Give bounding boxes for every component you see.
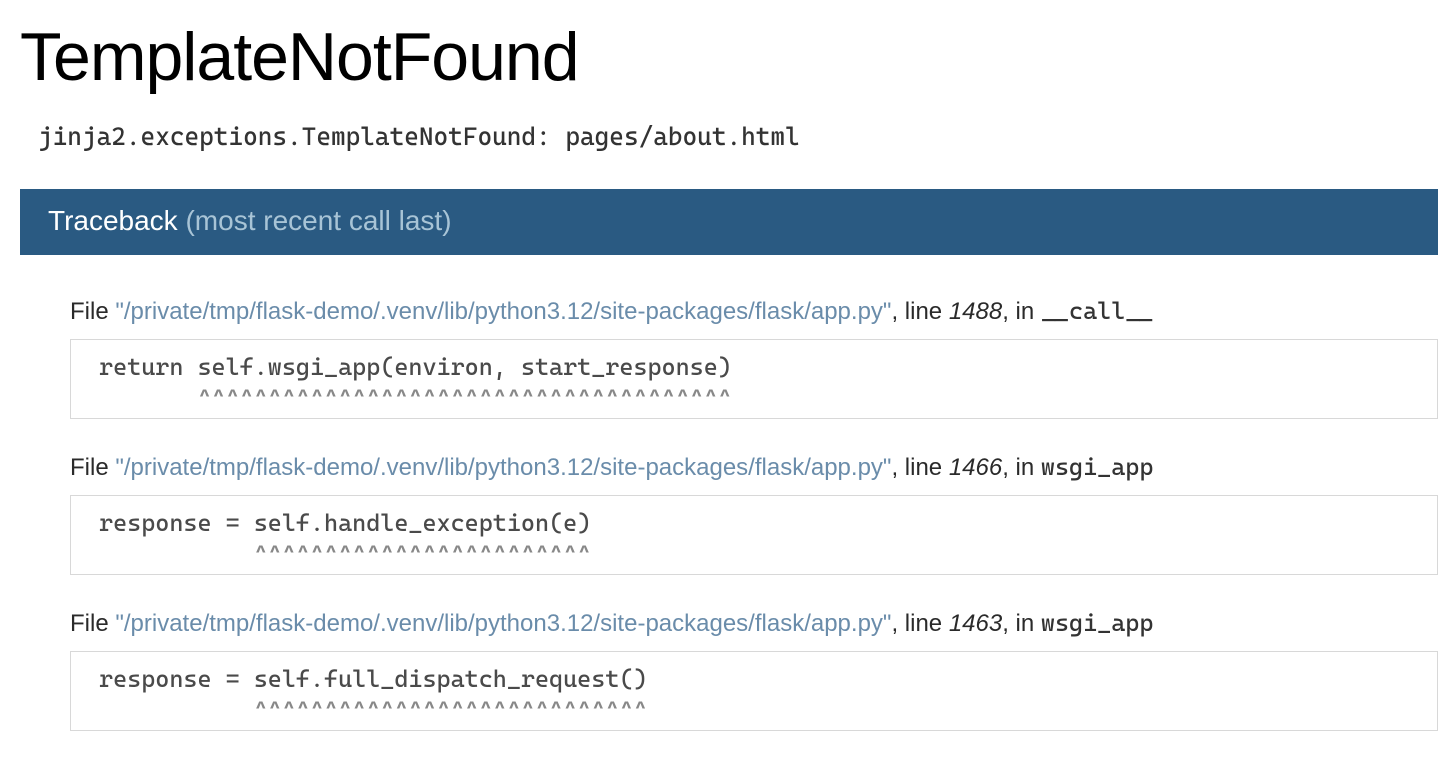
line-prefix: , line xyxy=(891,610,948,637)
traceback-frame[interactable]: File "/private/tmp/flask-demo/.venv/lib/… xyxy=(70,607,1438,731)
file-prefix: File xyxy=(70,298,115,325)
code-carets: ^^^^^^^^^^^^^^^^^^^^^^^^^^^^ xyxy=(71,695,1437,726)
code-snippet[interactable]: response = self.handle_exception(e) ^^^^… xyxy=(70,495,1438,575)
function-name: wsgi_app xyxy=(1041,453,1154,481)
function-name: wsgi_app xyxy=(1041,609,1154,637)
frame-header: File "/private/tmp/flask-demo/.venv/lib/… xyxy=(70,607,1438,641)
error-title: TemplateNotFound xyxy=(0,0,1438,110)
code-carets: ^^^^^^^^^^^^^^^^^^^^^^^^ xyxy=(71,539,1437,570)
line-number: 1466 xyxy=(949,454,1002,481)
file-path: "/private/tmp/flask-demo/.venv/lib/pytho… xyxy=(115,298,891,325)
frame-header: File "/private/tmp/flask-demo/.venv/lib/… xyxy=(70,295,1438,329)
function-name: __call__ xyxy=(1041,297,1154,325)
exception-message: jinja2.exceptions.TemplateNotFound: page… xyxy=(0,110,1438,189)
traceback-frame[interactable]: File "/private/tmp/flask-demo/.venv/lib/… xyxy=(70,451,1438,575)
traceback-subtitle: (most recent call last) xyxy=(185,205,451,236)
file-prefix: File xyxy=(70,610,115,637)
code-line: response = self.full_dispatch_request() xyxy=(71,664,1437,695)
line-prefix: , line xyxy=(891,454,948,481)
file-path: "/private/tmp/flask-demo/.venv/lib/pytho… xyxy=(115,610,891,637)
code-carets: ^^^^^^^^^^^^^^^^^^^^^^^^^^^^^^^^^^^^^^ xyxy=(71,383,1437,414)
line-prefix: , line xyxy=(891,298,948,325)
in-prefix: , in xyxy=(1002,610,1041,637)
in-prefix: , in xyxy=(1002,454,1041,481)
traceback-header[interactable]: Traceback (most recent call last) xyxy=(20,189,1438,255)
traceback-title: Traceback xyxy=(48,205,178,236)
file-path: "/private/tmp/flask-demo/.venv/lib/pytho… xyxy=(115,454,891,481)
code-snippet[interactable]: response = self.full_dispatch_request() … xyxy=(70,651,1438,731)
file-prefix: File xyxy=(70,454,115,481)
code-line: return self.wsgi_app(environ, start_resp… xyxy=(71,352,1437,383)
traceback-frame[interactable]: File "/private/tmp/flask-demo/.venv/lib/… xyxy=(70,295,1438,419)
frame-header: File "/private/tmp/flask-demo/.venv/lib/… xyxy=(70,451,1438,485)
in-prefix: , in xyxy=(1002,298,1041,325)
line-number: 1463 xyxy=(949,610,1002,637)
code-line: response = self.handle_exception(e) xyxy=(71,508,1437,539)
code-snippet[interactable]: return self.wsgi_app(environ, start_resp… xyxy=(70,339,1438,419)
line-number: 1488 xyxy=(949,298,1002,325)
traceback-frames: File "/private/tmp/flask-demo/.venv/lib/… xyxy=(0,255,1438,731)
